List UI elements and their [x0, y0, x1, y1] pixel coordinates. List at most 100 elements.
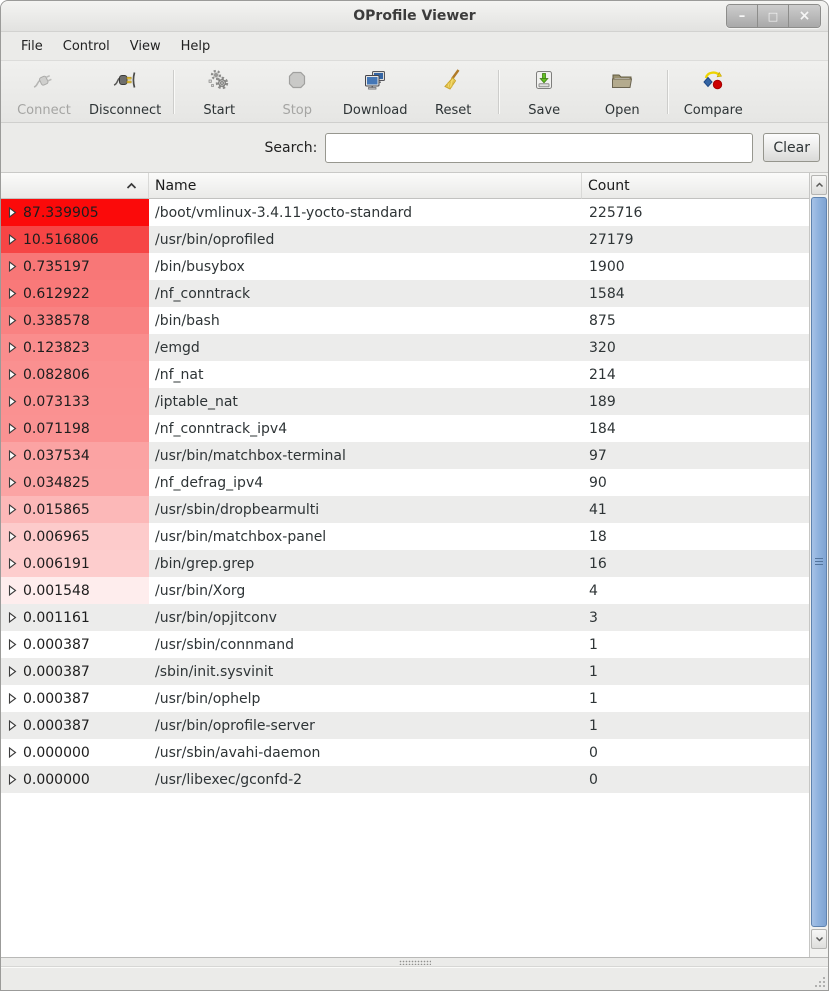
table-row[interactable]: 0.123823 /emgd 320 — [1, 334, 809, 361]
close-button[interactable]: × — [789, 5, 820, 27]
table-row[interactable]: 0.612922 /nf_conntrack 1584 — [1, 280, 809, 307]
column-header-count[interactable]: Count — [582, 173, 809, 199]
expander-icon[interactable] — [8, 369, 17, 380]
pane-splitter[interactable] — [1, 957, 828, 966]
minimize-button[interactable]: – — [727, 5, 758, 27]
expander-icon[interactable] — [8, 261, 17, 272]
row-name: /usr/bin/Xorg — [149, 577, 582, 604]
row-percent-cell: 0.006965 — [1, 523, 149, 550]
reset-button[interactable]: Reset — [414, 66, 492, 118]
expander-icon[interactable] — [8, 504, 17, 515]
row-percent: 0.000387 — [23, 691, 90, 707]
compare-button[interactable]: Compare — [674, 66, 752, 118]
expander-icon[interactable] — [8, 720, 17, 731]
row-count: 3 — [582, 604, 809, 631]
table-row[interactable]: 0.000387 /sbin/init.sysvinit 1 — [1, 658, 809, 685]
disconnect-button[interactable]: Disconnect — [83, 66, 167, 118]
menu-view[interactable]: View — [120, 34, 171, 59]
table-row[interactable]: 0.037534 /usr/bin/matchbox-terminal 97 — [1, 442, 809, 469]
table-row[interactable]: 0.000387 /usr/sbin/connmand 1 — [1, 631, 809, 658]
expander-icon[interactable] — [8, 639, 17, 650]
row-count: 1 — [582, 685, 809, 712]
expander-icon[interactable] — [8, 342, 17, 353]
scroll-down-button[interactable] — [811, 929, 827, 949]
expander-icon[interactable] — [8, 531, 17, 542]
row-count: 214 — [582, 361, 809, 388]
table-row[interactable]: 0.735197 /bin/busybox 1900 — [1, 253, 809, 280]
expander-icon[interactable] — [8, 450, 17, 461]
table-row[interactable]: 0.015865 /usr/sbin/dropbearmulti 41 — [1, 496, 809, 523]
row-percent-cell: 0.071198 — [1, 415, 149, 442]
scroll-up-button[interactable] — [811, 175, 827, 195]
expander-icon[interactable] — [8, 774, 17, 785]
titlebar[interactable]: OProfile Viewer – □ × — [1, 1, 828, 32]
expander-icon[interactable] — [8, 477, 17, 488]
row-percent: 0.015865 — [23, 502, 90, 518]
table-row[interactable]: 0.006191 /bin/grep.grep 16 — [1, 550, 809, 577]
profile-table: Name Count 87.339905 /boot/vmlinux-3.4.1… — [1, 172, 828, 957]
row-name: /nf_nat — [149, 361, 582, 388]
expander-icon[interactable] — [8, 666, 17, 677]
start-button[interactable]: Start — [180, 66, 258, 118]
resize-grip-icon[interactable] — [813, 975, 826, 988]
expander-icon[interactable] — [8, 585, 17, 596]
disconnect-icon — [113, 66, 137, 92]
row-percent: 0.073133 — [23, 394, 90, 410]
row-name: /nf_defrag_ipv4 — [149, 469, 582, 496]
row-percent: 0.071198 — [23, 421, 90, 437]
table-row[interactable]: 0.082806 /nf_nat 214 — [1, 361, 809, 388]
row-name: /sbin/init.sysvinit — [149, 658, 582, 685]
row-percent: 87.339905 — [23, 205, 99, 221]
table-row[interactable]: 0.338578 /bin/bash 875 — [1, 307, 809, 334]
close-icon: × — [799, 9, 811, 23]
clear-button[interactable]: Clear — [763, 133, 820, 162]
table-row[interactable]: 0.071198 /nf_conntrack_ipv4 184 — [1, 415, 809, 442]
maximize-button[interactable]: □ — [758, 5, 789, 27]
stop-label: Stop — [282, 103, 312, 118]
row-name: /nf_conntrack — [149, 280, 582, 307]
table-row[interactable]: 87.339905 /boot/vmlinux-3.4.11-yocto-sta… — [1, 199, 809, 226]
row-name: /usr/libexec/gconfd-2 — [149, 766, 582, 793]
stop-button[interactable]: Stop — [258, 66, 336, 118]
oprofile-viewer-window: OProfile Viewer – □ × File Control View … — [0, 0, 829, 991]
search-input[interactable] — [325, 133, 753, 163]
expander-icon[interactable] — [8, 612, 17, 623]
row-percent-cell: 0.082806 — [1, 361, 149, 388]
row-percent: 0.612922 — [23, 286, 90, 302]
column-header-name[interactable]: Name — [149, 173, 582, 199]
vertical-scrollbar[interactable] — [809, 173, 828, 957]
download-button[interactable]: Download — [336, 66, 414, 118]
column-header-percent[interactable] — [1, 173, 149, 199]
table-row[interactable]: 10.516806 /usr/bin/oprofiled 27179 — [1, 226, 809, 253]
table-row[interactable]: 0.000387 /usr/bin/ophelp 1 — [1, 685, 809, 712]
row-name: /usr/sbin/dropbearmulti — [149, 496, 582, 523]
chevron-up-icon — [815, 182, 824, 188]
menu-control[interactable]: Control — [53, 34, 120, 59]
window-controls: – □ × — [726, 4, 821, 28]
expander-icon[interactable] — [8, 315, 17, 326]
open-button[interactable]: Open — [583, 66, 661, 118]
connect-button[interactable]: Connect — [5, 66, 83, 118]
expander-icon[interactable] — [8, 423, 17, 434]
table-row[interactable]: 0.001548 /usr/bin/Xorg 4 — [1, 577, 809, 604]
row-percent: 0.000387 — [23, 718, 90, 734]
table-row[interactable]: 0.034825 /nf_defrag_ipv4 90 — [1, 469, 809, 496]
table-row[interactable]: 0.000000 /usr/libexec/gconfd-2 0 — [1, 766, 809, 793]
expander-icon[interactable] — [8, 288, 17, 299]
menu-help[interactable]: Help — [171, 34, 221, 59]
table-row[interactable]: 0.000000 /usr/sbin/avahi-daemon 0 — [1, 739, 809, 766]
table-row[interactable]: 0.000387 /usr/bin/oprofile-server 1 — [1, 712, 809, 739]
expander-icon[interactable] — [8, 207, 17, 218]
table-row[interactable]: 0.073133 /iptable_nat 189 — [1, 388, 809, 415]
expander-icon[interactable] — [8, 396, 17, 407]
table-row[interactable]: 0.001161 /usr/bin/opjitconv 3 — [1, 604, 809, 631]
expander-icon[interactable] — [8, 234, 17, 245]
table-row[interactable]: 0.006965 /usr/bin/matchbox-panel 18 — [1, 523, 809, 550]
expander-icon[interactable] — [8, 693, 17, 704]
menu-file[interactable]: File — [11, 34, 53, 59]
expander-icon[interactable] — [8, 747, 17, 758]
scrollbar-thumb[interactable] — [811, 197, 827, 927]
save-button[interactable]: Save — [505, 66, 583, 118]
statusbar — [1, 966, 828, 990]
expander-icon[interactable] — [8, 558, 17, 569]
